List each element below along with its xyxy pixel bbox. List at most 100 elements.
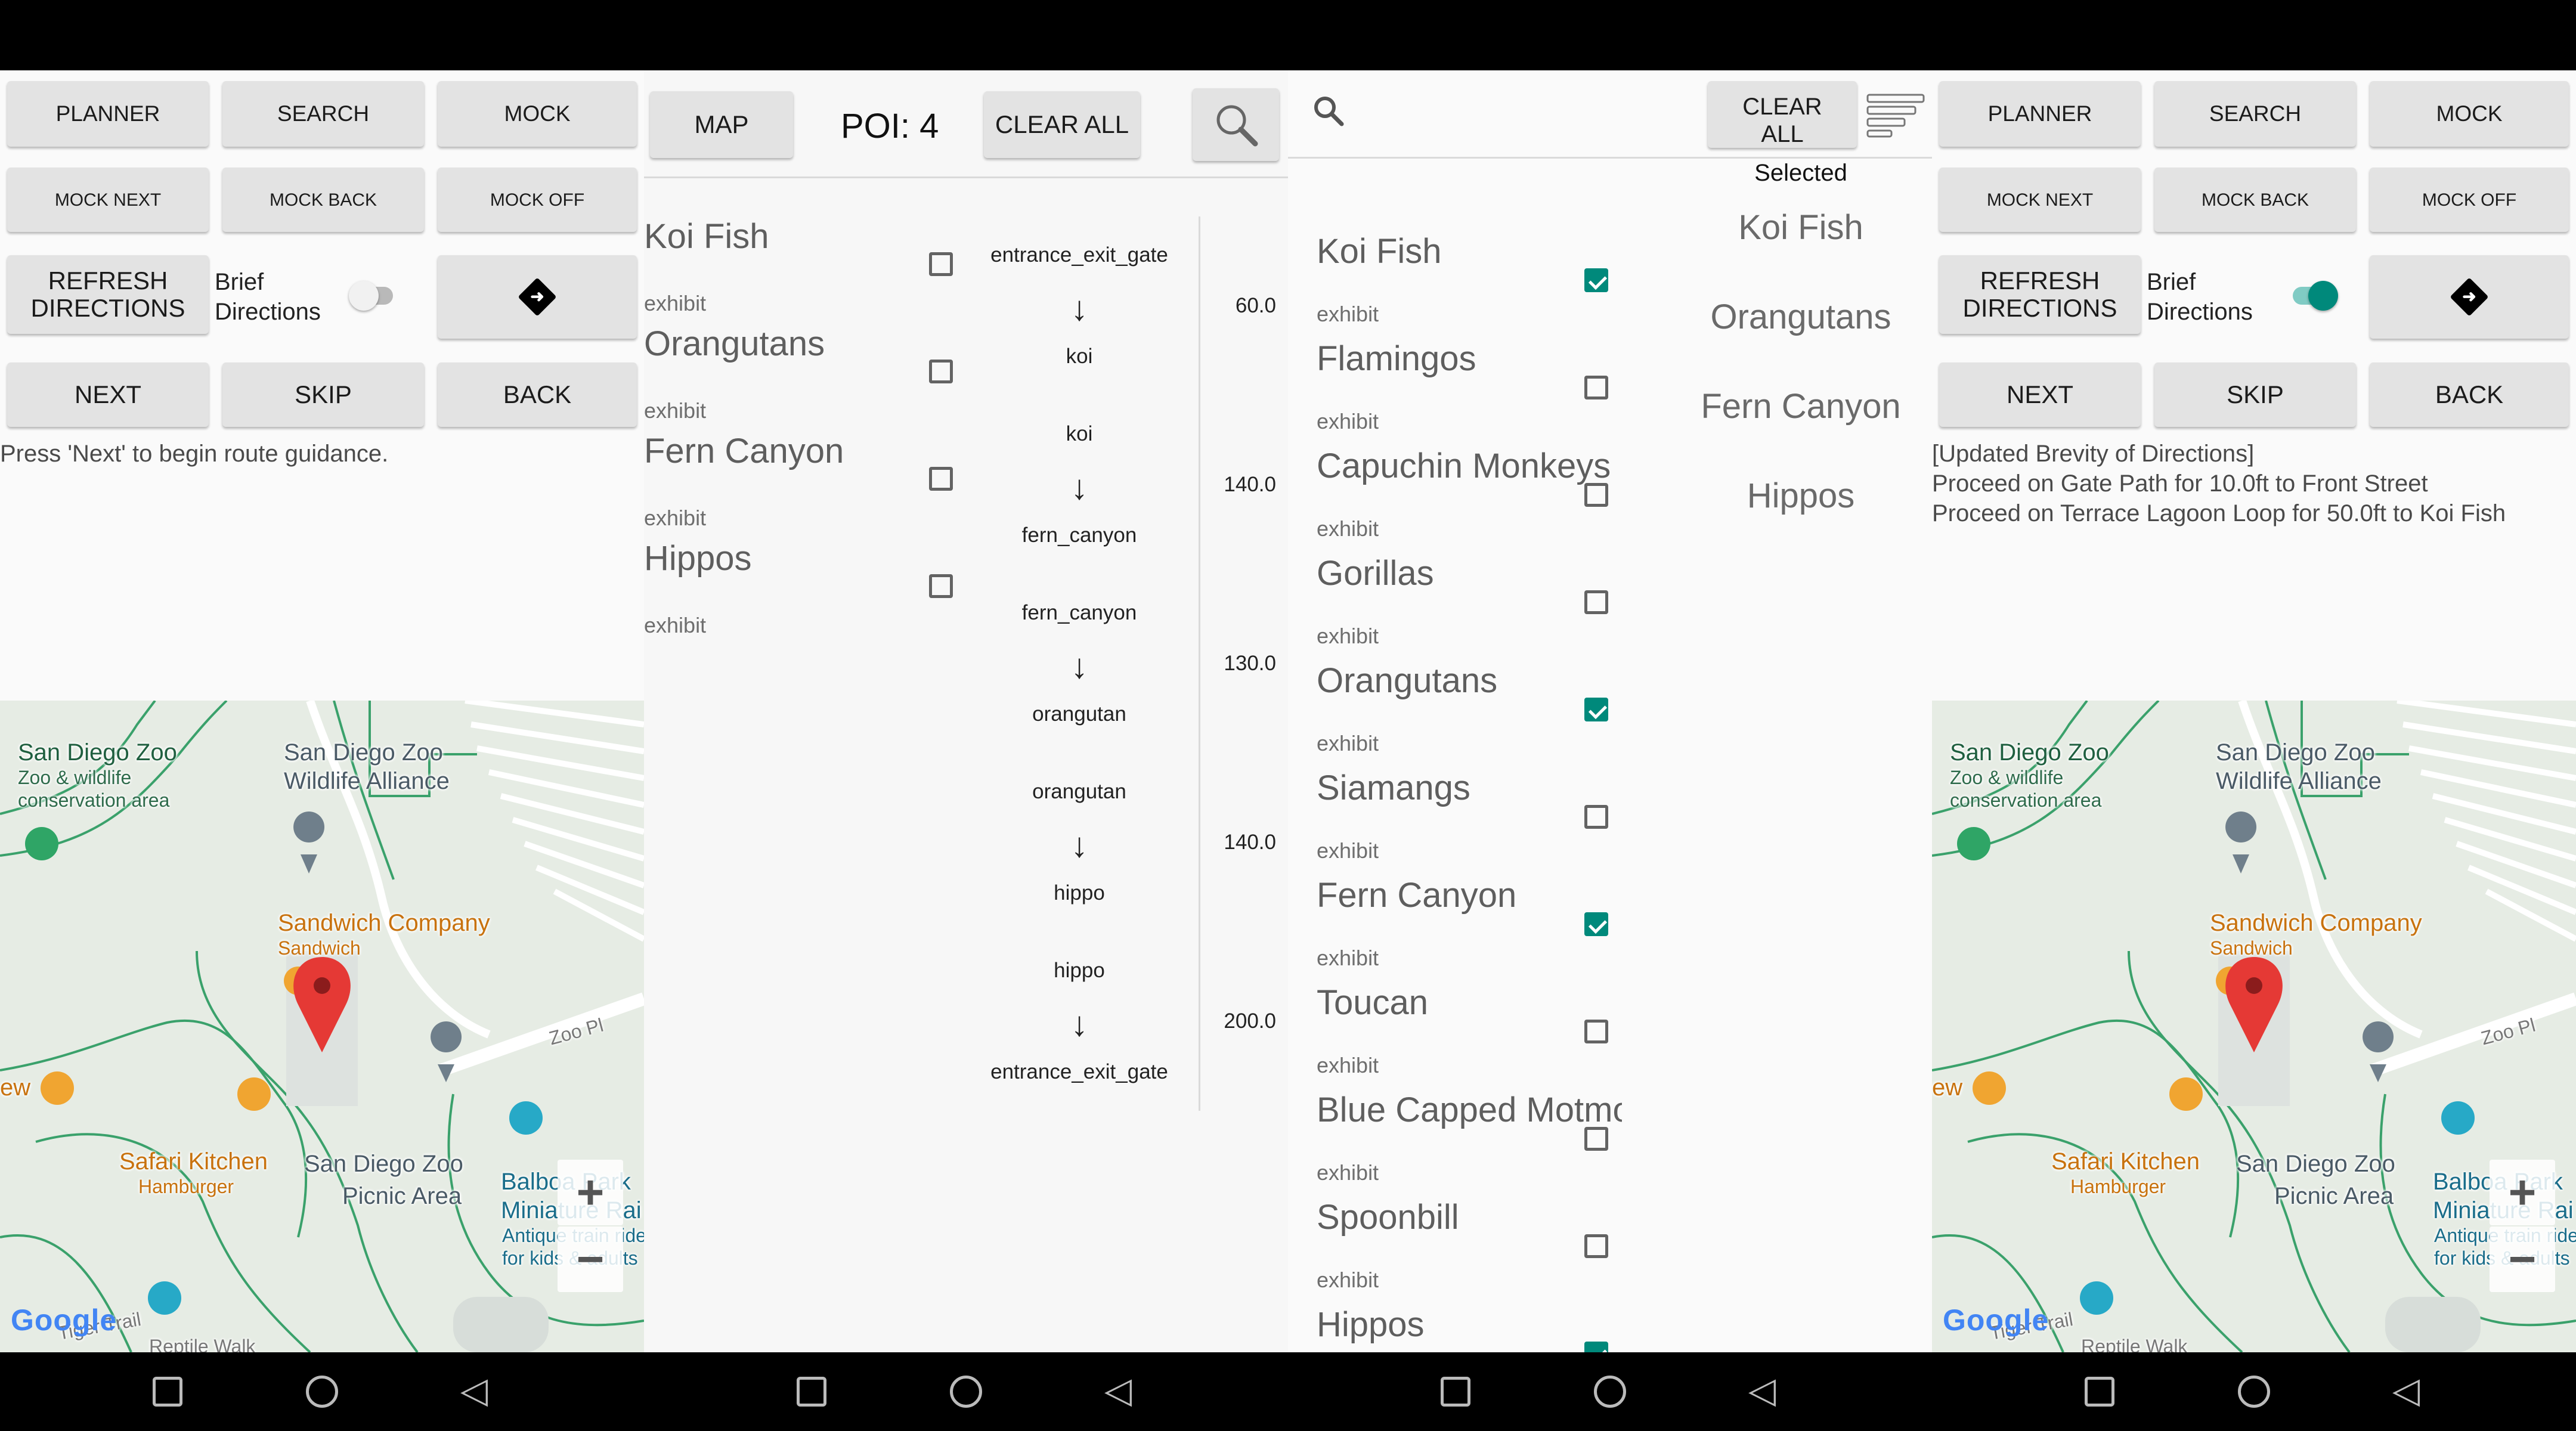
exhibit-name: Hippos xyxy=(1317,1305,1425,1344)
guidance-panel-brief-off: PLANNER SEARCH MOCK MOCK NEXT MOCK BACK … xyxy=(0,70,644,1352)
map-label: Safari Kitchen xyxy=(119,1148,268,1175)
next-button[interactable]: NEXT xyxy=(1939,363,2141,427)
exhibit-checkbox[interactable] xyxy=(1584,483,1608,507)
back-nav-icon[interactable]: ◁ xyxy=(1748,1373,1776,1408)
brief-directions-toggle[interactable] xyxy=(2293,278,2352,314)
zoom-out-button[interactable]: − xyxy=(558,1226,623,1292)
zoo-map[interactable]: San Diego Zoo Zoo & wildlife conservatio… xyxy=(1932,701,2576,1352)
next-button[interactable]: NEXT xyxy=(7,363,209,427)
map-label: San Diego Zoo xyxy=(2216,739,2375,766)
home-icon[interactable] xyxy=(950,1376,982,1408)
home-icon[interactable] xyxy=(1594,1376,1626,1408)
exhibit-name: Spoonbill xyxy=(1317,1198,1459,1237)
map-label: conservation area xyxy=(18,789,170,811)
home-icon[interactable] xyxy=(2238,1376,2270,1408)
back-nav-icon[interactable]: ◁ xyxy=(1104,1373,1132,1408)
exhibit-name: Koi Fish xyxy=(1317,232,1442,271)
skip-button[interactable]: SKIP xyxy=(222,363,424,427)
map-label: Sandwich Company xyxy=(278,910,490,936)
search-icon[interactable] xyxy=(1311,93,1346,129)
direction-turn-button[interactable]: ➜ xyxy=(2370,255,2569,339)
map-label: San Diego Zoo xyxy=(304,1151,463,1177)
exhibit-kind: exhibit xyxy=(1317,838,1379,863)
direction-turn-button[interactable]: ➜ xyxy=(438,255,637,339)
mock-off-button[interactable]: MOCK OFF xyxy=(438,168,637,232)
clear-all-button[interactable]: CLEAR ALL xyxy=(984,91,1140,158)
back-nav-icon[interactable]: ◁ xyxy=(460,1373,488,1408)
exhibit-list: Koi Fish exhibit Flamingos exhibit Capuc… xyxy=(1288,160,1622,1352)
brief-directions-toggle[interactable] xyxy=(349,278,408,314)
refresh-directions-button[interactable]: REFRESH DIRECTIONS xyxy=(7,255,209,334)
exhibit-kind: exhibit xyxy=(644,398,707,423)
exhibit-checkbox[interactable] xyxy=(1584,268,1608,292)
selected-item[interactable]: Fern Canyon xyxy=(1676,386,1926,426)
mock-button[interactable]: MOCK xyxy=(2370,81,2569,147)
selected-header: Selected xyxy=(1754,160,1847,186)
exhibit-checkbox[interactable] xyxy=(929,467,953,491)
map-label: Safari Kitchen xyxy=(2051,1148,2200,1175)
exhibit-checkbox[interactable] xyxy=(929,574,953,598)
exhibit-checkbox[interactable] xyxy=(929,360,953,383)
exhibit-checkbox[interactable] xyxy=(1584,1127,1608,1151)
refresh-directions-button[interactable]: REFRESH DIRECTIONS xyxy=(1939,255,2141,334)
mock-back-button[interactable]: MOCK BACK xyxy=(222,168,424,232)
home-icon[interactable] xyxy=(306,1376,338,1408)
mock-next-button[interactable]: MOCK NEXT xyxy=(1939,168,2141,232)
mock-button[interactable]: MOCK xyxy=(438,81,637,147)
recents-icon[interactable] xyxy=(2085,1377,2114,1407)
planner-button[interactable]: PLANNER xyxy=(7,81,209,147)
map-label: Picnic Area xyxy=(342,1183,462,1209)
recents-icon[interactable] xyxy=(153,1377,182,1407)
selected-item[interactable]: Hippos xyxy=(1676,476,1926,516)
exhibit-checkbox[interactable] xyxy=(1584,590,1608,614)
recents-icon[interactable] xyxy=(1441,1377,1470,1407)
exhibit-checkbox[interactable] xyxy=(1584,912,1608,936)
exhibit-checkbox[interactable] xyxy=(929,252,953,276)
directions-icon: ➜ xyxy=(518,277,557,317)
exhibit-kind: exhibit xyxy=(1317,516,1379,541)
exhibit-name: Orangutans xyxy=(1317,661,1498,700)
mock-next-button[interactable]: MOCK NEXT xyxy=(7,168,209,232)
back-button[interactable]: BACK xyxy=(438,363,637,427)
search-button[interactable] xyxy=(1193,88,1279,161)
exhibit-checkbox[interactable] xyxy=(1584,698,1608,721)
mock-off-button[interactable]: MOCK OFF xyxy=(2370,168,2569,232)
recents-icon[interactable] xyxy=(797,1377,826,1407)
zoom-in-button[interactable]: + xyxy=(2490,1160,2555,1225)
exhibit-checkbox[interactable] xyxy=(1584,805,1608,829)
exhibit-checkbox[interactable] xyxy=(1584,1234,1608,1258)
back-nav-icon[interactable]: ◁ xyxy=(2392,1373,2420,1408)
search-button[interactable]: SEARCH xyxy=(222,81,424,147)
exhibit-name: Blue Capped Motmot xyxy=(1317,1091,1622,1129)
zoom-in-button[interactable]: + xyxy=(558,1160,623,1225)
exhibit-name: Siamangs xyxy=(1317,769,1470,807)
selected-item[interactable]: Koi Fish xyxy=(1676,207,1926,247)
poi-count: POI: 4 xyxy=(841,107,939,145)
map-label: ew xyxy=(1932,1074,1963,1101)
search-button[interactable]: SEARCH xyxy=(2154,81,2356,147)
route-distance: 60.0 xyxy=(1235,294,1276,317)
exhibit-name: Orangutans xyxy=(644,324,825,363)
map-button[interactable]: MAP xyxy=(650,91,793,158)
zoom-out-button[interactable]: − xyxy=(2490,1226,2555,1292)
skip-button[interactable]: SKIP xyxy=(2154,363,2356,427)
planner-button[interactable]: PLANNER xyxy=(1939,81,2141,147)
exhibit-checkbox[interactable] xyxy=(1584,1020,1608,1043)
selected-item[interactable]: Orangutans xyxy=(1676,297,1926,337)
route-distance: 200.0 xyxy=(1224,1009,1276,1033)
exhibit-name: Gorillas xyxy=(1317,554,1434,593)
sort-icon[interactable] xyxy=(1866,91,1926,139)
system-nav-bar: ◁ ◁ ◁ ◁ xyxy=(0,1352,2576,1431)
mock-back-button[interactable]: MOCK BACK xyxy=(2154,168,2356,232)
exhibit-checkbox[interactable] xyxy=(1584,1342,1608,1352)
divider xyxy=(644,176,1288,178)
brief-directions-label: Brief Directions xyxy=(2147,269,2253,325)
zoo-map[interactable]: San Diego Zoo Zoo & wildlife conservatio… xyxy=(0,701,644,1352)
back-button[interactable]: BACK xyxy=(2370,363,2569,427)
exhibit-kind: exhibit xyxy=(644,291,707,315)
clear-all-button[interactable]: CLEAR ALL xyxy=(1708,81,1857,148)
exhibit-checkbox[interactable] xyxy=(1584,376,1608,399)
google-logo: Google xyxy=(1943,1303,2049,1337)
route-divider xyxy=(1199,216,1200,1111)
route-from: hippo xyxy=(1054,959,1105,982)
